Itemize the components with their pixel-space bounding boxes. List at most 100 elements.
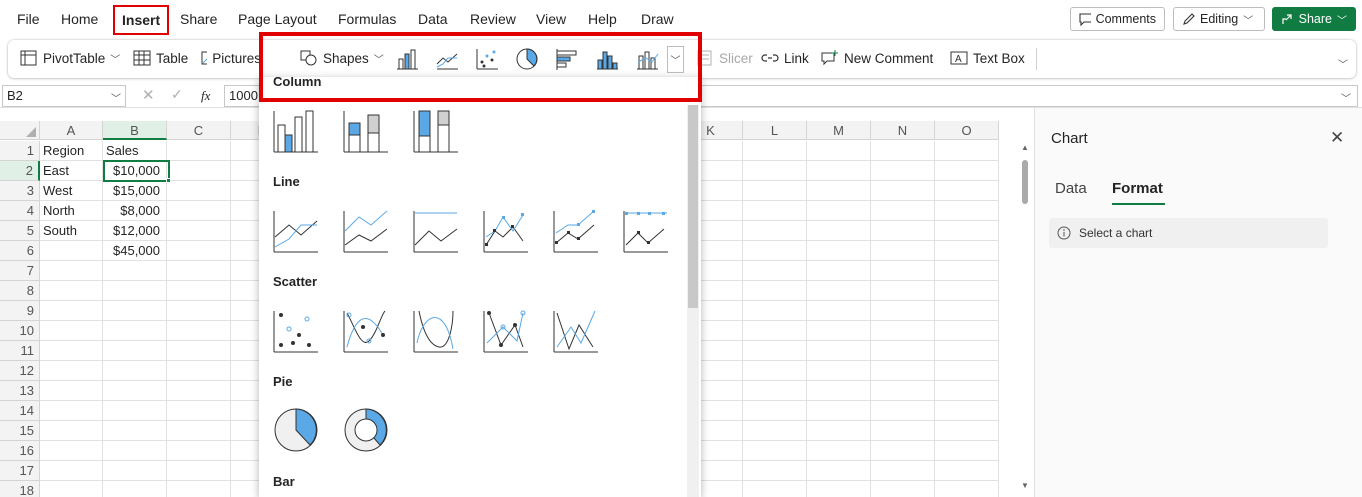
doughnut-option[interactable] bbox=[343, 407, 389, 453]
row-header-18[interactable]: 18 bbox=[0, 481, 40, 497]
cell-n9[interactable] bbox=[871, 301, 935, 321]
cell-m1[interactable] bbox=[807, 141, 871, 161]
cell-a14[interactable] bbox=[40, 401, 103, 421]
percent-stacked-line-option[interactable] bbox=[413, 207, 459, 253]
table-button[interactable]: Table bbox=[133, 50, 188, 66]
percent-stacked-column-option[interactable] bbox=[413, 107, 459, 153]
scatter-smooth-option[interactable] bbox=[413, 307, 459, 353]
cell-m9[interactable] bbox=[807, 301, 871, 321]
stacked-line-markers-option[interactable] bbox=[553, 207, 599, 253]
cell-l18[interactable] bbox=[743, 481, 807, 497]
cell-m10[interactable] bbox=[807, 321, 871, 341]
row-header-16[interactable]: 16 bbox=[0, 441, 40, 461]
scroll-down-icon[interactable]: ▼ bbox=[1021, 481, 1029, 490]
cell-l14[interactable] bbox=[743, 401, 807, 421]
cell-o9[interactable] bbox=[935, 301, 999, 321]
line-markers-option[interactable] bbox=[483, 207, 529, 253]
cell-o15[interactable] bbox=[935, 421, 999, 441]
cell-o18[interactable] bbox=[935, 481, 999, 497]
cell-a4[interactable]: North bbox=[40, 201, 103, 221]
fill-handle[interactable] bbox=[166, 178, 171, 183]
cell-o1[interactable] bbox=[935, 141, 999, 161]
row-header-4[interactable]: 4 bbox=[0, 201, 40, 221]
cell-b16[interactable] bbox=[103, 441, 167, 461]
scatter-straight-option[interactable] bbox=[553, 307, 599, 353]
scatter-smooth-markers-option[interactable] bbox=[343, 307, 389, 353]
cell-o7[interactable] bbox=[935, 261, 999, 281]
column-header-a[interactable]: A bbox=[40, 121, 103, 140]
row-header-12[interactable]: 12 bbox=[0, 361, 40, 381]
cell-l2[interactable] bbox=[743, 161, 807, 181]
cell-l8[interactable] bbox=[743, 281, 807, 301]
cell-c18[interactable] bbox=[167, 481, 231, 497]
cell-n5[interactable] bbox=[871, 221, 935, 241]
cell-n8[interactable] bbox=[871, 281, 935, 301]
cell-n13[interactable] bbox=[871, 381, 935, 401]
cell-a12[interactable] bbox=[40, 361, 103, 381]
cell-m17[interactable] bbox=[807, 461, 871, 481]
scatter-option[interactable] bbox=[273, 307, 319, 353]
cell-a11[interactable] bbox=[40, 341, 103, 361]
clustered-column-option[interactable] bbox=[273, 107, 319, 153]
menu-page-layout[interactable]: Page Layout bbox=[238, 11, 317, 27]
close-icon[interactable]: ✕ bbox=[1330, 128, 1344, 148]
cell-a9[interactable] bbox=[40, 301, 103, 321]
link-button[interactable]: Link bbox=[761, 50, 809, 66]
ribbon-expand-icon[interactable]: ﹀ bbox=[1338, 56, 1348, 71]
cell-m4[interactable] bbox=[807, 201, 871, 221]
cell-b9[interactable] bbox=[103, 301, 167, 321]
cell-a13[interactable] bbox=[40, 381, 103, 401]
cell-b15[interactable] bbox=[103, 421, 167, 441]
cell-m5[interactable] bbox=[807, 221, 871, 241]
cell-b11[interactable] bbox=[103, 341, 167, 361]
cell-n17[interactable] bbox=[871, 461, 935, 481]
cell-a6[interactable] bbox=[40, 241, 103, 261]
cell-n7[interactable] bbox=[871, 261, 935, 281]
menu-view[interactable]: View bbox=[536, 11, 566, 27]
cell-o2[interactable] bbox=[935, 161, 999, 181]
row-header-17[interactable]: 17 bbox=[0, 461, 40, 481]
line-option[interactable] bbox=[273, 207, 319, 253]
cell-n4[interactable] bbox=[871, 201, 935, 221]
cell-c17[interactable] bbox=[167, 461, 231, 481]
pictures-button[interactable]: Pictures bbox=[201, 50, 261, 66]
menu-home[interactable]: Home bbox=[61, 11, 98, 27]
cell-n3[interactable] bbox=[871, 181, 935, 201]
cell-a5[interactable]: South bbox=[40, 221, 103, 241]
cell-b17[interactable] bbox=[103, 461, 167, 481]
cell-b1[interactable]: Sales bbox=[103, 141, 167, 161]
cell-m3[interactable] bbox=[807, 181, 871, 201]
row-header-10[interactable]: 10 bbox=[0, 321, 40, 341]
cell-m8[interactable] bbox=[807, 281, 871, 301]
row-header-8[interactable]: 8 bbox=[0, 281, 40, 301]
cell-b6[interactable]: $45,000 bbox=[103, 241, 167, 261]
editing-button[interactable]: Editing ﹀ bbox=[1173, 7, 1265, 31]
row-header-1[interactable]: 1 bbox=[0, 141, 40, 161]
new-comment-button[interactable]: New Comment bbox=[821, 50, 933, 66]
row-header-14[interactable]: 14 bbox=[0, 401, 40, 421]
row-header-5[interactable]: 5 bbox=[0, 221, 40, 241]
cell-c15[interactable] bbox=[167, 421, 231, 441]
cell-b4[interactable]: $8,000 bbox=[103, 201, 167, 221]
cell-c14[interactable] bbox=[167, 401, 231, 421]
cell-n1[interactable] bbox=[871, 141, 935, 161]
cell-m2[interactable] bbox=[807, 161, 871, 181]
cell-o14[interactable] bbox=[935, 401, 999, 421]
cell-a15[interactable] bbox=[40, 421, 103, 441]
scrollbar-thumb[interactable] bbox=[1022, 160, 1028, 204]
tab-format[interactable]: Format bbox=[1112, 180, 1163, 197]
menu-review[interactable]: Review bbox=[470, 11, 516, 27]
vertical-scrollbar[interactable]: ▲ ▼ bbox=[1018, 140, 1032, 497]
row-header-15[interactable]: 15 bbox=[0, 421, 40, 441]
function-icon[interactable]: fx bbox=[201, 88, 210, 104]
column-header-b[interactable]: B bbox=[103, 121, 167, 140]
column-header-m[interactable]: M bbox=[807, 121, 871, 140]
cell-l16[interactable] bbox=[743, 441, 807, 461]
cell-n10[interactable] bbox=[871, 321, 935, 341]
cell-o8[interactable] bbox=[935, 281, 999, 301]
menu-formulas[interactable]: Formulas bbox=[338, 11, 396, 27]
row-header-13[interactable]: 13 bbox=[0, 381, 40, 401]
cell-o4[interactable] bbox=[935, 201, 999, 221]
cell-n6[interactable] bbox=[871, 241, 935, 261]
cell-l4[interactable] bbox=[743, 201, 807, 221]
